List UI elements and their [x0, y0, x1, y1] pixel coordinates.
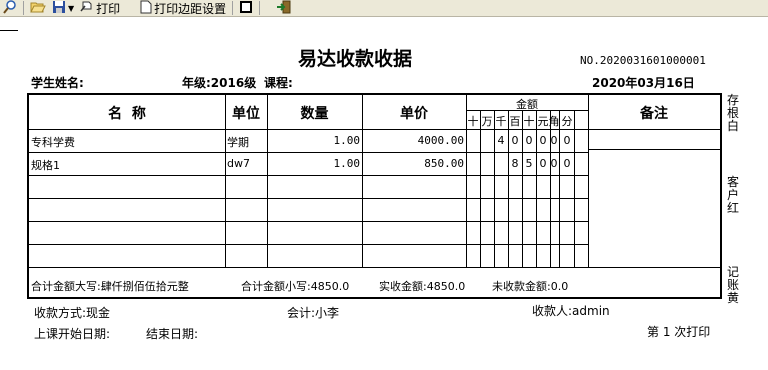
- row-2-quantity: 1.00: [333, 157, 361, 170]
- page-view-button[interactable]: [236, 0, 256, 16]
- side-char: 黄: [726, 291, 739, 305]
- digit-header-fen: 分: [561, 115, 573, 128]
- payment-method: 收款方式:现金: [34, 306, 111, 320]
- toolbar-separator: [23, 1, 24, 15]
- row-divider: [29, 129, 720, 130]
- row-2-digit: 8: [511, 157, 519, 170]
- customer-copy-label: 客 户 红: [725, 176, 741, 215]
- toolbar: ▼ 打印 打印边距设置: [0, 0, 768, 17]
- total-amount-in-words: 合计金额大写:肆仟捌佰伍拾元整: [31, 280, 189, 293]
- row-divider: [29, 244, 588, 245]
- page-corner-mark: [0, 30, 18, 37]
- row-2-name: 规格1: [31, 159, 60, 172]
- digit-header-ten-thousands: 十: [467, 115, 479, 128]
- open-button[interactable]: [27, 0, 49, 16]
- header-quantity: 数量: [300, 106, 329, 122]
- header-name: 名 称: [108, 106, 146, 122]
- toolbar-separator: [232, 1, 234, 15]
- digit-header-bai: 百: [509, 115, 521, 128]
- row-1-digit: 4: [497, 134, 505, 147]
- row-2-digit: 0: [550, 157, 558, 170]
- chevron-down-icon[interactable]: ▼: [68, 4, 74, 13]
- folder-open-icon: [30, 0, 46, 17]
- row-1-name: 专科学费: [31, 136, 75, 149]
- print-margin-button[interactable]: 打印边距设置: [137, 0, 229, 16]
- accountant: 会计:小李: [287, 306, 340, 320]
- unreceived-amount: 未收款金额:0.0: [492, 280, 569, 293]
- exit-button[interactable]: [273, 0, 295, 16]
- class-end-date: 结束日期:: [146, 327, 199, 341]
- print-label: 打印: [96, 1, 121, 16]
- payee: 收款人:admin: [532, 304, 610, 318]
- row-divider: [29, 267, 720, 268]
- row-1-quantity: 1.00: [333, 134, 361, 147]
- magnifier-icon: [3, 0, 17, 17]
- floppy-disk-icon: [52, 0, 66, 17]
- receipt-table: 名 称 单位 数量 单价 金额 备注 十 万 千 百 十 元 角 分 专科学费 …: [27, 93, 722, 299]
- side-char: 红: [726, 201, 739, 215]
- course-label: 课程:: [264, 76, 293, 90]
- row-divider: [29, 198, 588, 199]
- digit-header-shi: 十: [523, 115, 535, 128]
- digit-divider: [574, 110, 575, 267]
- exit-door-icon: [276, 0, 292, 17]
- row-2-unit: dw7: [227, 157, 250, 170]
- side-char: 白: [726, 119, 739, 133]
- header-unit: 单位: [232, 106, 260, 122]
- row-1-digit: 0: [563, 134, 571, 147]
- digit-header-wan: 万: [481, 115, 493, 128]
- remark-divider: [588, 149, 720, 150]
- toolbar-separator: [259, 1, 261, 15]
- square-icon: [239, 0, 253, 17]
- accounting-copy-label: 记 账 黄: [725, 266, 741, 305]
- row-1-digit: 0: [550, 134, 558, 147]
- total-amount-numeric: 合计金额小写:4850.0: [241, 280, 350, 293]
- received-amount: 实收金额:4850.0: [379, 280, 466, 293]
- row-2-digit: 0: [563, 157, 571, 170]
- row-1-unit-price: 4000.00: [417, 134, 464, 147]
- receipt-date: 2020年03月16日: [592, 76, 695, 90]
- receipt-number: NO.2020031601000001: [580, 54, 706, 67]
- print-button[interactable]: 打印: [77, 0, 123, 16]
- class-start-date: 上课开始日期:: [34, 327, 111, 341]
- student-name-label: 学生姓名:: [31, 76, 84, 90]
- row-divider: [29, 221, 588, 222]
- row-1-digit: 0: [525, 134, 533, 147]
- digit-divider: [480, 110, 481, 267]
- digit-header-qian: 千: [495, 115, 507, 128]
- stub-copy-label: 存 根 白: [725, 94, 741, 133]
- row-divider: [29, 175, 588, 176]
- header-remark: 备注: [640, 106, 668, 122]
- print-count: 第 1 次打印: [647, 325, 711, 339]
- page-icon: [140, 0, 152, 17]
- save-button[interactable]: ▼: [49, 0, 77, 16]
- header-amount: 金额: [516, 98, 538, 111]
- print-margin-label: 打印边距设置: [154, 1, 227, 16]
- row-1-unit: 学期: [227, 136, 249, 149]
- grade-label: 年级:2016级: [182, 76, 257, 90]
- row-divider: [29, 152, 588, 153]
- header-unit-price: 单价: [400, 106, 428, 122]
- print-icon: [80, 0, 94, 17]
- row-2-unit-price: 850.00: [424, 157, 464, 170]
- row-2-digit: 5: [525, 157, 533, 170]
- row-1-digit: 0: [511, 134, 519, 147]
- preview-button[interactable]: [0, 0, 20, 16]
- digit-header-jiao: 角: [548, 115, 560, 128]
